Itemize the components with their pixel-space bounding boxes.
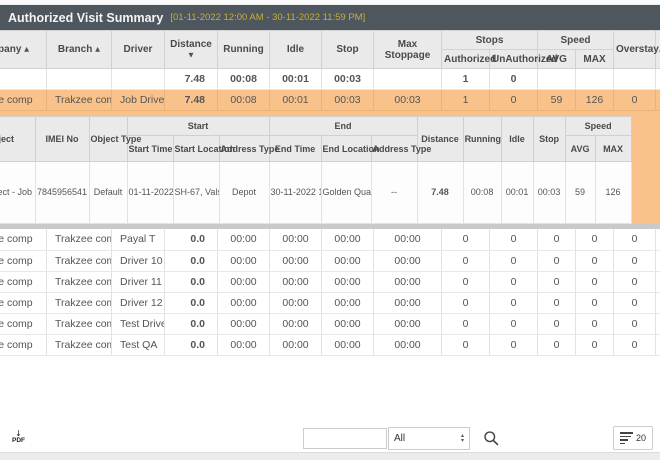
sort-desc-icon: ▼ [189, 51, 194, 59]
detail-object: Job Object - Job Object [0, 162, 35, 224]
report-title-bar: Authorized Visit Summary [01-11-2022 12:… [0, 5, 660, 30]
col-group-stops: Stops [442, 31, 538, 50]
search-column-select[interactable]: All ▴▾ [388, 427, 470, 450]
detail-col-start-address-type: Address Type [219, 136, 269, 162]
col-group-speed: Speed [538, 31, 614, 50]
detail-col-running: Running [463, 117, 501, 162]
col-header-driver[interactable]: Driver [112, 31, 165, 69]
col-header-running[interactable]: Running [218, 31, 270, 69]
sort-asc-icon: ▲ [24, 45, 29, 53]
vehicle-driver: Job Driver [112, 90, 165, 111]
detail-end-time: 30-11-2022 11:59:00 PM [269, 162, 321, 224]
detail-col-idle: Idle [501, 117, 533, 162]
detail-col-end-time: End Time [269, 136, 321, 162]
vehicle-branch: Trakzee comp [47, 90, 112, 111]
detail-running: 00:08 [463, 162, 501, 224]
detail-col-group-start: Start [127, 117, 269, 136]
detail-object-type: Default [89, 162, 127, 224]
rows-per-page-icon [620, 432, 633, 444]
total-unauthorized: 0 [490, 69, 538, 90]
vehicle-row[interactable]: Trakzee comp Trakzee comp Test QA 0.0 00… [0, 334, 660, 355]
total-distance: 7.48 [165, 69, 218, 90]
search-icon [483, 430, 500, 447]
totals-row: 7.48 00:08 00:01 00:03 1 0 [0, 69, 660, 90]
detail-col-object: Object [0, 117, 35, 162]
col-header-authorized[interactable]: Authorized [442, 50, 490, 69]
col-header-max[interactable]: MAX [576, 50, 614, 69]
horizontal-scrollbar-track[interactable] [0, 452, 660, 460]
col-header-company[interactable]: Company ▲ [0, 31, 47, 69]
summary-table: Company ▲ Branch ▲ Driver Distance ▼ Run… [0, 30, 660, 356]
detail-col-avg: AVG [565, 136, 595, 162]
detail-col-group-speed: Speed [565, 117, 631, 136]
detail-start-address-type: Depot [219, 162, 269, 224]
expanded-detail-row: Object IMEI No Object Type Start End Dis… [0, 111, 660, 230]
export-pdf-button[interactable]: ↓ PDF [12, 430, 25, 444]
report-table-viewport: Company ▲ Branch ▲ Driver Distance ▼ Run… [0, 30, 660, 356]
detail-col-group-end: End [269, 117, 417, 136]
detail-col-distance: Distance [417, 117, 463, 162]
vehicle-company: Trakzee comp [0, 90, 47, 111]
col-header-unauthorized[interactable]: UnAuthorized [490, 50, 538, 69]
detail-distance: 7.48 [417, 162, 463, 224]
select-arrows-icon: ▴▾ [461, 434, 464, 443]
detail-data-row: Job Object - Job Object 7845956541 Defau… [0, 162, 631, 224]
total-running: 00:08 [218, 69, 270, 90]
table-footer: ↓ PDF All ▴▾ 20 [0, 424, 660, 452]
pdf-label: PDF [12, 437, 25, 444]
detail-col-object-type: Object Type [89, 117, 127, 162]
detail-avg: 59 [565, 162, 595, 224]
detail-col-imei: IMEI No [35, 117, 89, 162]
search-button[interactable] [483, 430, 500, 447]
detail-end-location: Golden Quadrilateral, Valsad, Valsad, Gu… [321, 162, 371, 224]
vehicle-row[interactable]: Trakzee comp Trakzee comp Driver 11 0.0 … [0, 271, 660, 292]
detail-start-location: SH-67, Valsad, Valsad, Gujarat, 396055, … [173, 162, 219, 224]
detail-col-stop: Stop [533, 117, 565, 162]
detail-imei: 7845956541 [35, 162, 89, 224]
total-idle: 00:01 [270, 69, 322, 90]
detail-idle: 00:01 [501, 162, 533, 224]
sort-asc-icon: ▲ [95, 45, 100, 53]
vehicle-row[interactable]: Trakzee comp Trakzee comp Test Driver 0.… [0, 313, 660, 334]
search-input[interactable] [303, 428, 387, 449]
report-date-range: [01-11-2022 12:00 AM - 30-11-2022 11:59 … [170, 12, 365, 23]
page-title: Authorized Visit Summary [8, 11, 163, 25]
col-header-idle[interactable]: Idle [270, 31, 322, 69]
col-header-stop[interactable]: Stop [322, 31, 374, 69]
detail-col-max: MAX [595, 136, 631, 162]
detail-col-end-address-type: Address Type [371, 136, 417, 162]
detail-stop: 00:03 [533, 162, 565, 224]
col-header-overstay[interactable]: Overstay [614, 31, 656, 69]
vehicle-row[interactable]: Trakzee comp Trakzee comp Payal T 0.0 00… [0, 229, 660, 250]
page-size-selector[interactable]: 20 [613, 426, 653, 450]
vehicle-row[interactable]: Trakzee comp Trakzee comp Driver 10 0.0 … [0, 250, 660, 271]
total-authorized: 1 [442, 69, 490, 90]
vehicle-row[interactable]: Trakzee comp Trakzee comp Driver 12 0.0 … [0, 292, 660, 313]
selected-filter-option: All [394, 433, 405, 444]
download-arrow-icon: ↓ [15, 430, 22, 437]
detail-end-address-type: -- [371, 162, 417, 224]
detail-max: 126 [595, 162, 631, 224]
detail-start-time: 01-11-2022 06:25:00 PM [127, 162, 173, 224]
col-header-max-stoppage[interactable]: Max Stoppage [374, 31, 442, 69]
detail-col-end-location: End Location [321, 136, 371, 162]
col-header-distance[interactable]: Distance ▼ [165, 31, 218, 69]
detail-col-start-location: Start Location [173, 136, 219, 162]
col-header-branch[interactable]: Branch ▲ [47, 31, 112, 69]
page-size-value: 20 [636, 433, 646, 443]
total-stop: 00:03 [322, 69, 374, 90]
visit-detail-table: Object IMEI No Object Type Start End Dis… [0, 116, 632, 224]
vehicle-row-expanded[interactable]: Trakzee comp Trakzee comp Job Driver 7.4… [0, 90, 660, 111]
